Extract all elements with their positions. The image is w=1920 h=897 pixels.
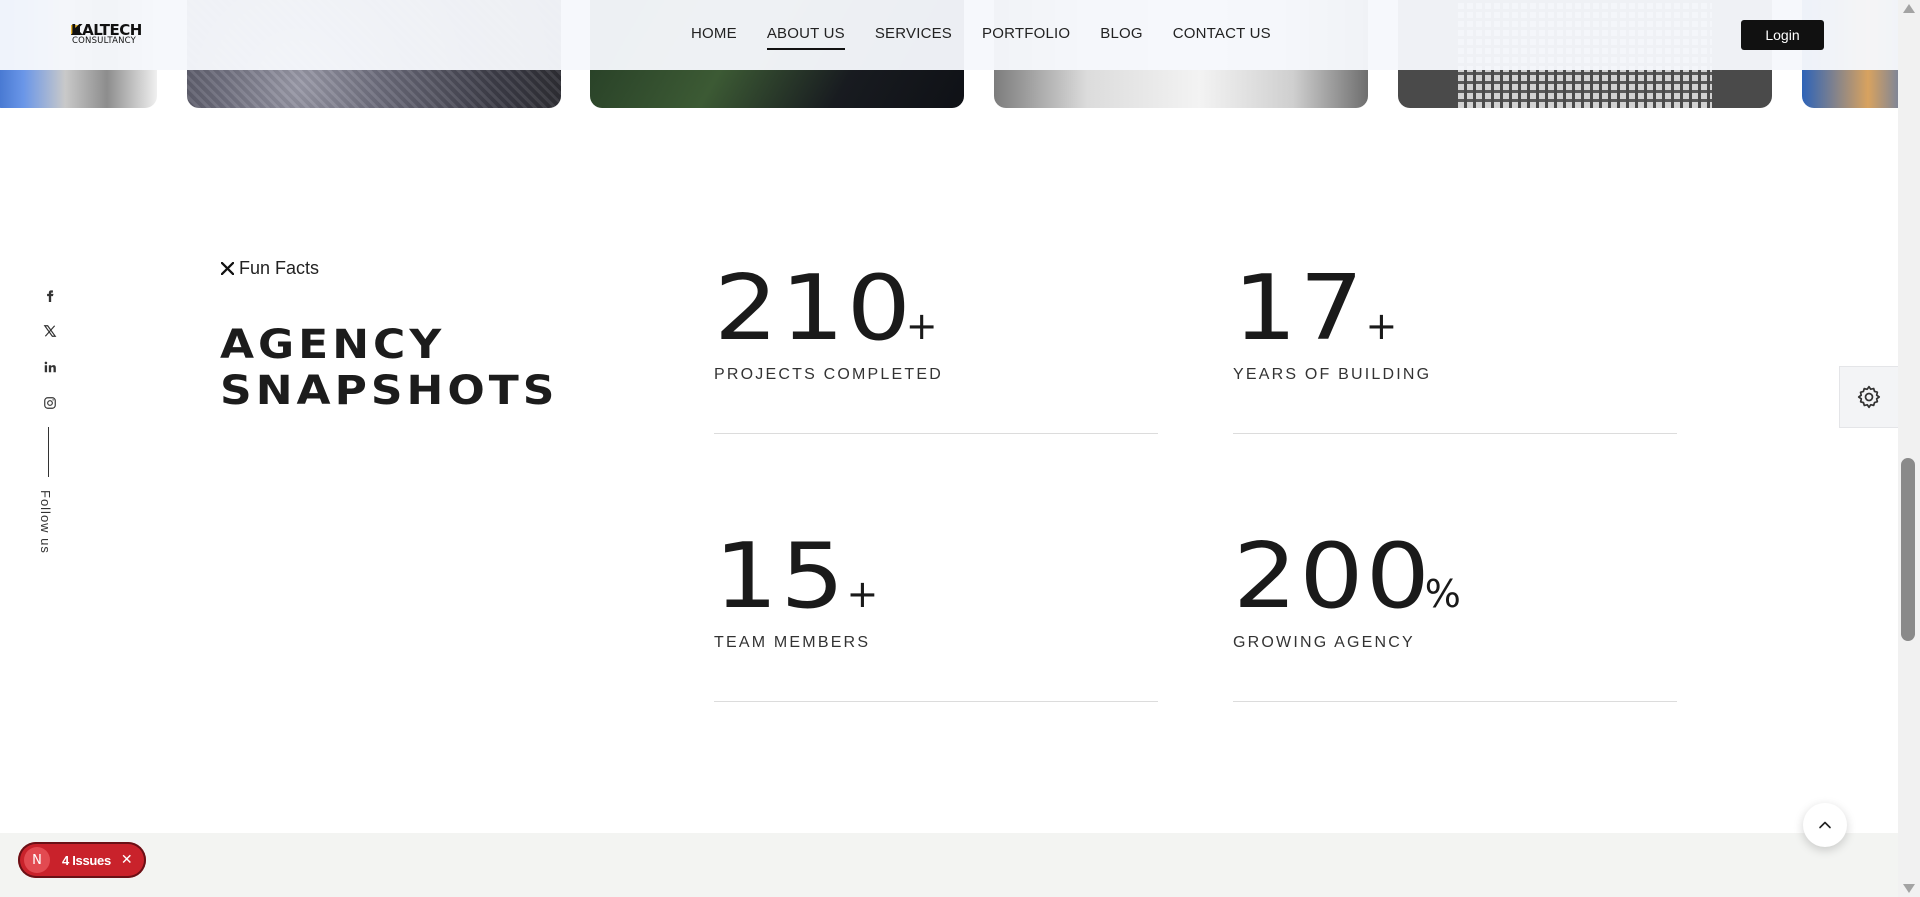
stat-value: 210: [714, 256, 914, 361]
facebook-icon[interactable]: [38, 283, 62, 307]
heading-line: AGENCY: [220, 321, 446, 368]
page: KALTECH CONSULTANCY HOME ABOUT US SERVIC…: [0, 0, 1920, 897]
main-nav: HOME ABOUT US SERVICES PORTFOLIO BLOG CO…: [691, 25, 1301, 50]
nav-contact-us[interactable]: CONTACT US: [1173, 25, 1271, 43]
section-heading: AGENCY SNAPSHOTS: [220, 322, 560, 414]
stat-card: 15 + TEAM MEMBERS: [714, 532, 1158, 702]
issues-badge[interactable]: N 4 Issues ✕: [18, 842, 146, 878]
scrollbar[interactable]: [1898, 0, 1920, 897]
x-icon[interactable]: [38, 319, 62, 343]
scroll-down-arrow-icon[interactable]: [1903, 884, 1915, 893]
stat-suffix: +: [1365, 304, 1398, 348]
nav-portfolio[interactable]: PORTFOLIO: [982, 25, 1070, 43]
chevron-up-icon: [1819, 821, 1831, 829]
stat-number: 200 %: [1233, 532, 1461, 622]
nav-blog[interactable]: BLOG: [1100, 25, 1142, 43]
logo[interactable]: KALTECH CONSULTANCY: [71, 23, 163, 47]
section-eyebrow: Fun Facts: [221, 258, 319, 279]
gear-icon: [1857, 385, 1881, 409]
stat-card: 17 + YEARS OF BUILDING: [1233, 264, 1677, 434]
nav-about-us[interactable]: ABOUT US: [766, 25, 845, 50]
logo-subtext: CONSULTANCY: [72, 36, 137, 46]
scroll-up-arrow-icon[interactable]: [1903, 4, 1915, 13]
stat-number: 15 +: [714, 532, 878, 622]
back-to-top-button[interactable]: [1803, 803, 1847, 847]
stat-number: 210 +: [714, 264, 938, 354]
avatar: N: [24, 847, 50, 873]
login-button[interactable]: Login: [1741, 20, 1824, 50]
close-icon[interactable]: ✕: [121, 852, 133, 868]
heading-line: SNAPSHOTS: [220, 367, 559, 414]
nav-services[interactable]: SERVICES: [875, 25, 952, 43]
stat-card: 210 + PROJECTS COMPLETED: [714, 264, 1158, 434]
stat-label: TEAM MEMBERS: [714, 634, 871, 651]
settings-toggle[interactable]: [1839, 366, 1898, 428]
stat-number: 17 +: [1233, 264, 1397, 354]
eyebrow-text: Fun Facts: [239, 258, 320, 278]
sparkle-icon: [221, 262, 234, 275]
next-section: [0, 833, 1898, 897]
stat-card: 200 % GROWING AGENCY: [1233, 532, 1677, 702]
nav-home[interactable]: HOME: [691, 25, 737, 43]
divider: [48, 427, 49, 477]
instagram-icon[interactable]: [38, 391, 62, 415]
stat-value: 200: [1233, 524, 1433, 629]
site-header: KALTECH CONSULTANCY HOME ABOUT US SERVIC…: [0, 0, 1898, 70]
stat-value: 15: [714, 524, 847, 629]
stat-label: PROJECTS COMPLETED: [714, 366, 943, 383]
linkedin-icon[interactable]: [38, 355, 62, 379]
stat-value: 17: [1233, 256, 1366, 361]
stat-suffix: +: [846, 572, 879, 616]
scrollbar-thumb[interactable]: [1901, 458, 1915, 641]
issues-count[interactable]: 4 Issues: [62, 853, 111, 868]
stat-label: YEARS OF BUILDING: [1233, 366, 1432, 383]
social-sidebar: [38, 283, 62, 477]
stat-label: GROWING AGENCY: [1233, 634, 1415, 651]
follow-us-label: Follow us: [38, 490, 53, 554]
